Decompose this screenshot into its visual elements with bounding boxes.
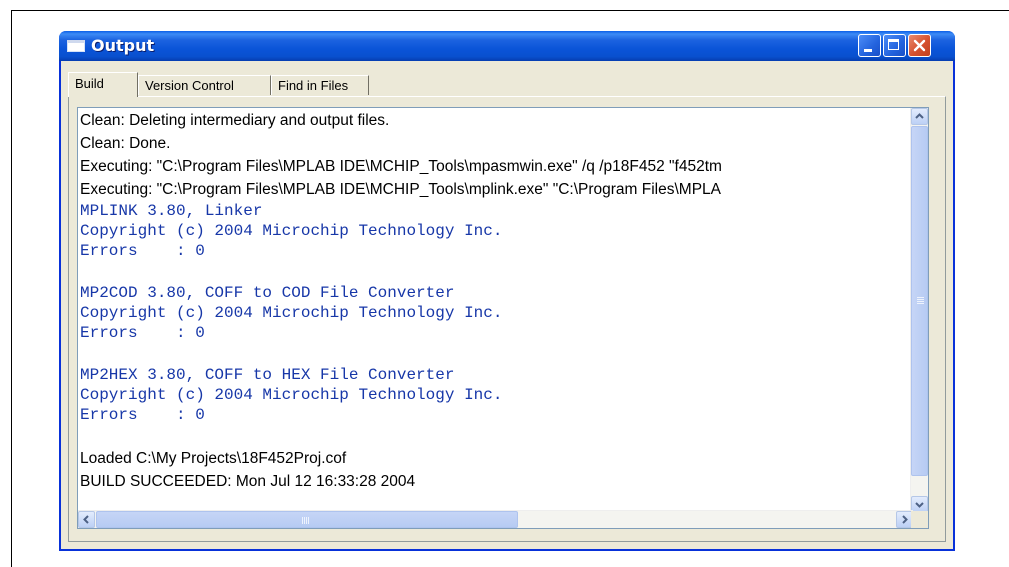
output-window: Output Build Version Control Find in Fil… — [59, 31, 955, 551]
figure-frame-left — [11, 10, 12, 567]
scroll-grip-line — [917, 301, 924, 302]
log-line: MP2HEX 3.80, COFF to HEX File Converter — [80, 366, 455, 384]
chevron-right-icon — [902, 515, 908, 524]
log-line: Loaded C:\My Projects\18F452Proj.cof — [80, 450, 347, 467]
log-line: Errors : 0 — [80, 242, 205, 260]
chevron-left-icon — [83, 515, 89, 524]
chevron-up-icon — [915, 113, 924, 119]
tab-find-in-files[interactable]: Find in Files — [271, 75, 369, 95]
minimize-button[interactable] — [858, 34, 881, 57]
scroll-grip-line — [306, 517, 307, 524]
log-line: Errors : 0 — [80, 406, 205, 424]
window-icon — [67, 40, 85, 52]
tab-strip: Build Version Control Find in Files — [68, 72, 948, 97]
figure-frame-top — [11, 10, 1009, 11]
vertical-scroll-thumb[interactable] — [911, 126, 928, 476]
output-log[interactable]: Clean: Deleting intermediary and output … — [78, 108, 913, 513]
scroll-grip-line — [304, 517, 305, 524]
log-line: Copyright (c) 2004 Microchip Technology … — [80, 304, 503, 322]
log-line: Copyright (c) 2004 Microchip Technology … — [80, 386, 503, 404]
tab-version-control[interactable]: Version Control — [138, 75, 271, 95]
log-line: Errors : 0 — [80, 324, 205, 342]
log-line: Clean: Deleting intermediary and output … — [80, 112, 390, 129]
scroll-up-button[interactable] — [911, 108, 928, 125]
log-line: Executing: "C:\Program Files\MPLAB IDE\M… — [80, 181, 722, 198]
close-icon — [913, 39, 926, 52]
title-bar[interactable]: Output — [59, 31, 955, 61]
vertical-scrollbar[interactable] — [910, 108, 928, 513]
log-blank-line — [80, 343, 913, 365]
log-line: Copyright (c) 2004 Microchip Technology … — [80, 222, 503, 240]
tab-panel: Clean: Deleting intermediary and output … — [68, 96, 946, 542]
log-blank-line — [80, 425, 913, 447]
window-title: Output — [91, 36, 155, 55]
output-text-box[interactable]: Clean: Deleting intermediary and output … — [77, 107, 929, 529]
horizontal-scroll-thumb[interactable] — [96, 511, 518, 528]
scroll-grip-line — [302, 517, 303, 524]
log-line: Executing: "C:\Program Files\MPLAB IDE\M… — [80, 158, 722, 175]
log-line: MP2COD 3.80, COFF to COD File Converter — [80, 284, 455, 302]
log-line: Clean: Done. — [80, 135, 171, 152]
maximize-button[interactable] — [883, 34, 906, 57]
log-line: MPLINK 3.80, Linker — [80, 202, 263, 220]
scroll-grip-line — [917, 297, 924, 298]
scroll-left-button[interactable] — [78, 511, 95, 528]
tab-build[interactable]: Build — [68, 72, 138, 97]
scroll-grip-line — [308, 517, 309, 524]
scroll-grip-line — [917, 299, 924, 300]
chevron-down-icon — [915, 502, 924, 508]
close-button[interactable] — [908, 34, 931, 57]
log-line: BUILD SUCCEEDED: Mon Jul 12 16:33:28 200… — [80, 473, 416, 490]
log-blank-line — [80, 261, 913, 283]
scrollbar-corner — [911, 511, 928, 528]
horizontal-scrollbar[interactable] — [78, 510, 913, 528]
scroll-grip-line — [917, 303, 924, 304]
